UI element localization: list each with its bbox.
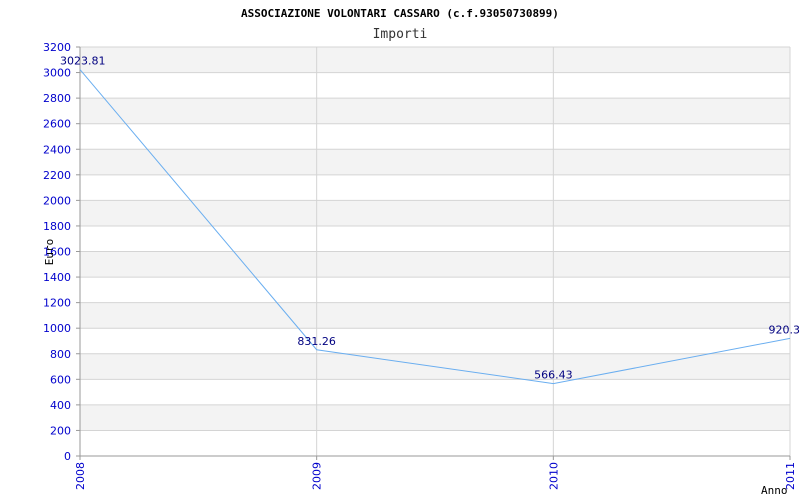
- y-tick-label: 400: [50, 399, 71, 412]
- y-tick-label: 3200: [43, 41, 71, 54]
- y-tick-label: 200: [50, 424, 71, 437]
- plot-band: [80, 200, 790, 226]
- plot-band: [80, 47, 790, 73]
- chart: 0 200 400 600 800 1000 1200 1400 1600 1800 2000 220…: [0, 0, 800, 500]
- y-tick-label: 2200: [43, 169, 71, 182]
- y-tick-label: 2000: [43, 194, 71, 207]
- y-tick-label: 2800: [43, 92, 71, 105]
- x-tick-label: 2009: [311, 462, 324, 490]
- x-tick-label: 2010: [547, 462, 560, 490]
- chart-subtitle: Importi: [373, 27, 428, 42]
- plot-band: [80, 302, 790, 329]
- y-tick-label: 600: [50, 373, 71, 386]
- plot-band: [80, 251, 790, 278]
- data-label: 3023.81: [60, 55, 106, 68]
- y-tick-label: 800: [50, 348, 71, 361]
- data-label: 920.3: [769, 323, 800, 336]
- plot-band: [80, 404, 790, 431]
- y-tick-label: 2600: [43, 118, 71, 131]
- plot-band: [80, 98, 790, 124]
- y-tick-label: 1000: [43, 322, 71, 335]
- data-label: 831.26: [297, 335, 336, 348]
- plot-band: [80, 149, 790, 175]
- y-tick-label: 1200: [43, 297, 71, 310]
- data-label: 566.43: [534, 369, 573, 382]
- y-axis-title: Euro: [43, 239, 56, 266]
- y-tick-label: 0: [64, 450, 71, 463]
- x-tick-label: 2008: [74, 462, 87, 490]
- y-tick-label: 2400: [43, 143, 71, 156]
- plot-bands: [80, 47, 790, 431]
- y-tick-label: 3000: [43, 67, 71, 80]
- line-chart: 0200400600800100012001400160018002000220…: [43, 7, 800, 497]
- chart-title: ASSOCIAZIONE VOLONTARI CASSARO (c.f.9305…: [241, 7, 559, 20]
- x-axis-title: Anno: [761, 484, 788, 497]
- y-tick-label: 1800: [43, 220, 71, 233]
- y-tick-label: 1400: [43, 271, 71, 284]
